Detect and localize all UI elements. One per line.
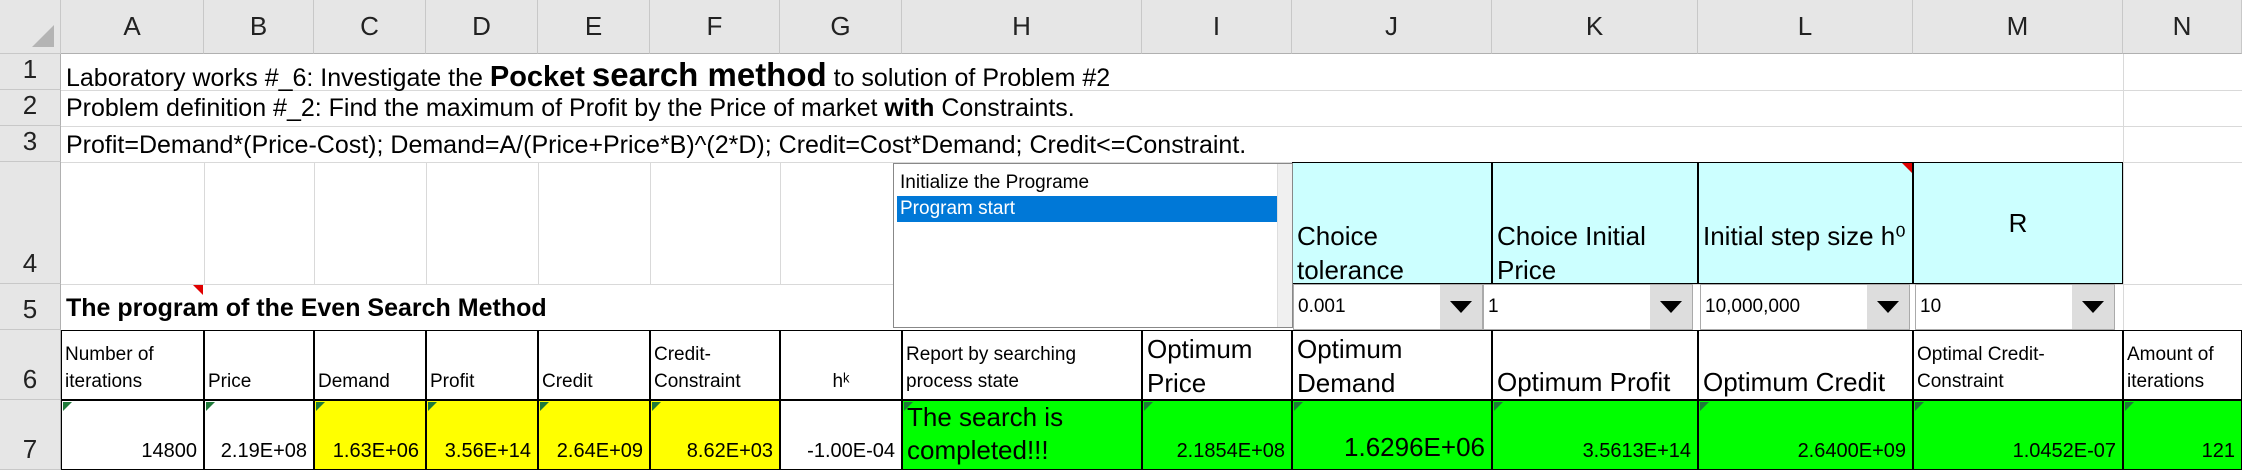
column-header-d[interactable]: D: [426, 0, 538, 54]
header-demand: Demand: [314, 330, 426, 400]
header-credit: Credit: [538, 330, 650, 400]
value-opt-price[interactable]: 2.1854E+08: [1142, 400, 1292, 470]
value-amount-iterations[interactable]: 121: [2123, 400, 2242, 470]
column-header-g[interactable]: G: [780, 0, 902, 54]
chevron-down-icon[interactable]: [1867, 285, 1909, 329]
header-iterations: Number of iterations: [61, 330, 204, 400]
problem-bold-with: with: [884, 94, 935, 122]
value-opt-demand[interactable]: 1.6296E+06: [1292, 400, 1492, 470]
value-iterations-text: 14800: [141, 440, 197, 462]
header-opt-credit: Optimum Credit: [1698, 330, 1913, 400]
value-opt-credit-text: 2.6400E+09: [1797, 440, 1906, 462]
title-bold-search-method: search method: [591, 56, 827, 93]
column-header-h[interactable]: H: [902, 0, 1142, 54]
value-opt-credit-constraint[interactable]: 1.0452E-07: [1913, 400, 2123, 470]
step-size-value: 10,000,000: [1705, 296, 1801, 317]
problem-prefix: Problem definition #_2: Find the maximum…: [66, 94, 885, 122]
value-credit-constraint-text: 8.62E+03: [686, 440, 773, 462]
program-section-title: The program of the Even Search Method: [66, 294, 547, 322]
listbox-item-initialize[interactable]: Initialize the Programe: [897, 170, 1277, 196]
column-header-j[interactable]: J: [1292, 0, 1492, 54]
initial-price-dropdown[interactable]: 1: [1483, 284, 1693, 330]
formula-line: Profit=Demand*(Price-Cost); Demand=A/(Pr…: [66, 131, 1247, 159]
r-value: 10: [1920, 296, 1942, 317]
header-opt-price: Optimum Price: [1142, 330, 1292, 400]
value-demand-text: 1.63E+06: [332, 440, 419, 462]
header-amount-iterations: Amount of iterations: [2123, 330, 2242, 400]
r-header: R: [1913, 162, 2123, 284]
tolerance-dropdown[interactable]: 0.001: [1293, 284, 1483, 330]
header-hk: hᵏ: [780, 330, 902, 400]
comment-indicator: [1902, 163, 1912, 173]
row-header-6[interactable]: 6: [0, 330, 61, 400]
column-header-b[interactable]: B: [204, 0, 314, 54]
column-header-f[interactable]: F: [650, 0, 780, 54]
column-header-k[interactable]: K: [1492, 0, 1698, 54]
row-header-2[interactable]: 2: [0, 90, 61, 126]
step-size-dropdown[interactable]: 10,000,000: [1700, 284, 1910, 330]
value-iterations[interactable]: 14800: [61, 400, 204, 470]
row-header-4[interactable]: 4: [0, 162, 61, 284]
column-header-i[interactable]: I: [1142, 0, 1292, 54]
header-opt-credit-constraint: Optimal Credit-Constraint: [1913, 330, 2123, 400]
value-credit-constraint[interactable]: 8.62E+03: [650, 400, 780, 470]
problem-suffix: Constraints.: [934, 94, 1075, 122]
title-prefix: Laboratory works #_6: Investigate the: [66, 64, 490, 92]
value-opt-credit-constraint-text: 1.0452E-07: [2012, 440, 2116, 462]
column-header-e[interactable]: E: [538, 0, 650, 54]
row-header-3[interactable]: 3: [0, 126, 61, 162]
initial-price-value: 1: [1488, 296, 1499, 317]
value-credit[interactable]: 2.64E+09: [538, 400, 650, 470]
choice-initial-price-header: Choice Initial Price: [1492, 162, 1698, 284]
header-credit-constraint: Credit-Constraint: [650, 330, 780, 400]
column-header-n[interactable]: N: [2123, 0, 2242, 54]
header-profit: Profit: [426, 330, 538, 400]
program-listbox[interactable]: Initialize the Programe Program start: [893, 163, 1293, 328]
value-opt-profit-text: 3.5613E+14: [1582, 440, 1691, 462]
value-report[interactable]: The search is completed!!!: [902, 400, 1142, 470]
chevron-down-icon[interactable]: [2072, 285, 2114, 329]
title-bold-pocket: Pocket: [489, 61, 585, 93]
value-hk[interactable]: -1.00E-04: [780, 400, 902, 470]
header-opt-demand: Optimum Demand: [1292, 330, 1492, 400]
row-header-1[interactable]: 1: [0, 54, 61, 90]
value-amount-iterations-text: 121: [2201, 440, 2235, 462]
value-hk-text: -1.00E-04: [807, 440, 895, 462]
value-price-text: 2.19E+08: [220, 440, 307, 462]
header-report: Report by searching process state: [902, 330, 1142, 400]
value-report-text: The search is completed!!!: [907, 402, 1064, 465]
spreadsheet-grid: A B C D E F G H I J K L M N 1 2 3 4 5 6 …: [0, 0, 2242, 470]
header-opt-profit: Optimum Profit: [1492, 330, 1698, 400]
column-header-m[interactable]: M: [1913, 0, 2123, 54]
column-header-c[interactable]: C: [314, 0, 426, 54]
r-dropdown[interactable]: 10: [1915, 284, 2115, 330]
row-header-5[interactable]: 5: [0, 284, 61, 330]
value-opt-profit[interactable]: 3.5613E+14: [1492, 400, 1698, 470]
value-demand[interactable]: 1.63E+06: [314, 400, 426, 470]
row-header-7[interactable]: 7: [0, 400, 61, 470]
select-all-corner[interactable]: [0, 0, 61, 54]
listbox-item-program-start[interactable]: Program start: [897, 196, 1277, 222]
chevron-down-icon[interactable]: [1650, 285, 1692, 329]
value-price[interactable]: 2.19E+08: [204, 400, 314, 470]
header-price: Price: [204, 330, 314, 400]
value-opt-price-text: 2.1854E+08: [1176, 440, 1285, 462]
column-header-a[interactable]: A: [61, 0, 204, 54]
title-suffix: to solution of Problem #2: [826, 64, 1111, 92]
value-profit-text: 3.56E+14: [444, 440, 531, 462]
choice-tolerance-header: Choice tolerance: [1292, 162, 1492, 284]
column-header-l[interactable]: L: [1698, 0, 1913, 54]
value-opt-demand-text: 1.6296E+06: [1344, 432, 1485, 462]
value-opt-credit[interactable]: 2.6400E+09: [1698, 400, 1913, 470]
listbox-scrollbar[interactable]: [1277, 164, 1292, 327]
initial-step-size-header: Initial step size h⁰: [1698, 162, 1913, 284]
problem-definition: Problem definition #_2: Find the maximum…: [66, 94, 1075, 123]
value-profit[interactable]: 3.56E+14: [426, 400, 538, 470]
title-line: Laboratory works #_6: Investigate the Po…: [66, 56, 1110, 94]
tolerance-value: 0.001: [1298, 296, 1346, 317]
chevron-down-icon[interactable]: [1440, 285, 1482, 329]
value-credit-text: 2.64E+09: [556, 440, 643, 462]
comment-indicator-b: [193, 285, 203, 295]
